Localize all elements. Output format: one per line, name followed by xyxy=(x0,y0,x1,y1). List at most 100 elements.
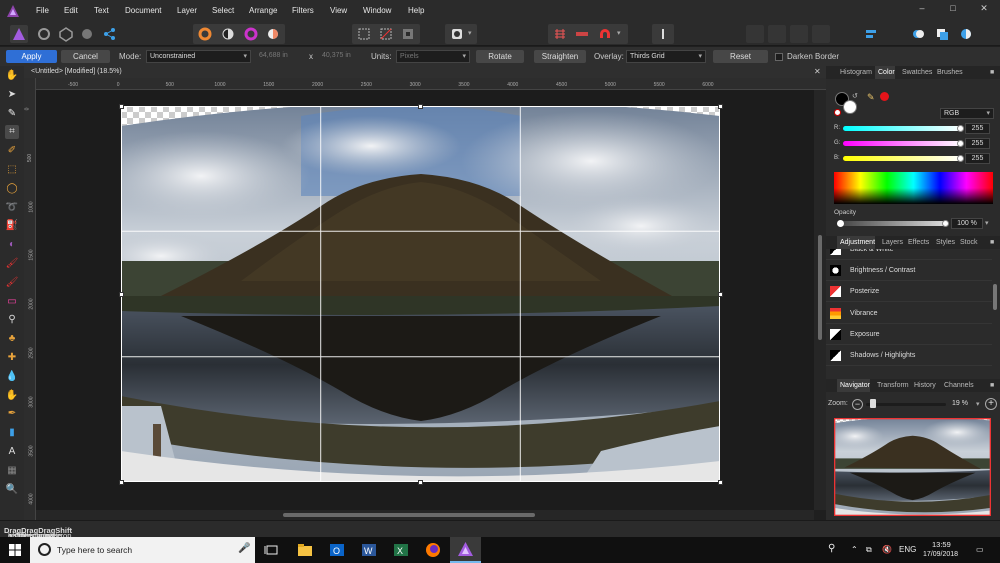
healing-brush-icon[interactable]: ✚ xyxy=(5,351,19,365)
b-value-field[interactable]: 255 xyxy=(965,153,990,164)
subtract-boolean-icon[interactable] xyxy=(933,25,951,43)
tab-history[interactable]: History xyxy=(914,382,936,389)
adjustment-item[interactable]: Posterize xyxy=(826,281,992,303)
gradient-tool-icon[interactable]: ◐ xyxy=(5,238,19,252)
zoom-slider-track[interactable] xyxy=(866,403,946,406)
apply-button[interactable]: Apply xyxy=(6,50,57,63)
g-slider-handle[interactable] xyxy=(957,140,964,147)
adjustment-item[interactable]: Brightness / Contrast xyxy=(826,260,992,282)
action-center-icon[interactable]: ▭ xyxy=(976,545,984,554)
pen-tool-icon[interactable]: ✒ xyxy=(5,407,19,421)
tone-mapping-persona-icon[interactable] xyxy=(78,25,96,43)
panel-menu-icon[interactable]: ■ xyxy=(990,239,994,246)
b-slider-track[interactable] xyxy=(843,156,962,161)
volume-muted-icon[interactable]: 🔇 xyxy=(882,545,892,554)
dodge-tool-icon[interactable]: ⚲ xyxy=(5,313,19,327)
menu-edit[interactable]: Edit xyxy=(64,6,78,15)
white-balance-icon[interactable] xyxy=(264,25,282,43)
smudge-brush-icon[interactable]: ✋ xyxy=(5,389,19,403)
menu-file[interactable]: File xyxy=(36,6,49,15)
deselect-icon[interactable] xyxy=(377,25,395,43)
tab-transform[interactable]: Transform xyxy=(877,382,909,389)
crop-handle[interactable] xyxy=(418,103,423,109)
menu-window[interactable]: Window xyxy=(363,6,391,15)
canvas-image[interactable] xyxy=(121,106,720,482)
secondary-color-swatch[interactable] xyxy=(843,100,857,114)
network-icon[interactable]: ⧉ xyxy=(866,545,872,555)
zoom-slider-handle[interactable] xyxy=(870,399,876,408)
color-picker-icon[interactable]: ✎ xyxy=(867,92,875,103)
crop-handle[interactable] xyxy=(717,479,723,485)
invert-selection-icon[interactable] xyxy=(399,25,417,43)
tab-swatches[interactable]: Swatches xyxy=(902,69,932,76)
clock-time[interactable]: 13:59 xyxy=(932,540,951,549)
paint-brush-icon[interactable]: 🖌 xyxy=(5,257,19,271)
word-icon[interactable]: W xyxy=(360,541,378,559)
r-value-field[interactable]: 255 xyxy=(965,123,990,134)
freehand-select-icon[interactable]: ➰ xyxy=(5,201,19,215)
crop-handle[interactable] xyxy=(717,103,723,109)
outlook-icon[interactable]: O xyxy=(328,541,346,559)
r-slider-track[interactable] xyxy=(843,126,962,131)
color-wheel-icon[interactable] xyxy=(196,25,214,43)
adjustment-item[interactable]: Black & White xyxy=(826,249,992,260)
menu-help[interactable]: Help xyxy=(408,6,424,15)
firefox-icon[interactable] xyxy=(424,541,442,559)
rotate-button[interactable]: Rotate xyxy=(476,50,524,63)
no-fill-icon[interactable] xyxy=(834,109,841,116)
r-slider-handle[interactable] xyxy=(957,125,964,132)
hsl-icon[interactable] xyxy=(242,25,260,43)
opacity-slider-handle[interactable] xyxy=(942,220,949,227)
select-all-icon[interactable] xyxy=(355,25,373,43)
tab-adjustment[interactable]: Adjustment xyxy=(840,239,875,246)
overlay-dropdown[interactable]: Thirds Grid ▾ xyxy=(626,50,706,63)
tab-layers[interactable]: Layers xyxy=(882,239,903,246)
vertical-scroll-thumb[interactable] xyxy=(818,235,822,340)
text-tool-icon[interactable]: A xyxy=(5,445,19,459)
straighten-button[interactable]: Straighten xyxy=(534,50,586,63)
levels-icon[interactable] xyxy=(219,25,237,43)
assistant-icon[interactable] xyxy=(573,25,591,43)
microphone-icon[interactable]: 🎤 xyxy=(238,543,250,554)
crop-tool-icon[interactable]: ⌗ xyxy=(5,125,19,140)
snapping-magnet-icon[interactable] xyxy=(596,25,614,43)
adjustment-item[interactable]: Exposure xyxy=(826,324,992,345)
swap-colors-icon[interactable]: ↺ xyxy=(852,92,858,100)
menu-arrange[interactable]: Arrange xyxy=(249,6,277,15)
minimize-button[interactable]: – xyxy=(914,3,930,17)
crop-handle[interactable] xyxy=(118,291,124,297)
color-model-dropdown[interactable]: RGB ▾ xyxy=(940,108,994,119)
taskbar-search-box[interactable]: Type here to search 🎤 xyxy=(30,537,255,563)
cancel-button[interactable]: Cancel xyxy=(61,50,110,63)
paint-mixer-icon[interactable]: 🖌 xyxy=(5,276,19,290)
adjustment-item[interactable]: Vibrance xyxy=(826,303,992,324)
grid-icon[interactable] xyxy=(551,25,569,43)
excel-icon[interactable]: X xyxy=(392,541,410,559)
tab-styles[interactable]: Styles xyxy=(936,239,955,246)
panel-menu-icon[interactable]: ■ xyxy=(990,382,994,389)
menu-select[interactable]: Select xyxy=(212,6,234,15)
align-icon[interactable] xyxy=(862,25,880,43)
context-toolbar-icon[interactable] xyxy=(654,25,672,43)
affinity-photo-taskbar-active[interactable] xyxy=(450,537,481,563)
liquify-persona-icon[interactable] xyxy=(35,25,53,43)
g-slider-track[interactable] xyxy=(843,141,962,146)
develop-persona-icon[interactable] xyxy=(57,25,75,43)
crop-width-field[interactable]: 64,688 in xyxy=(256,50,304,63)
task-view-icon[interactable] xyxy=(263,541,281,559)
menu-view[interactable]: View xyxy=(330,6,347,15)
snapping-dropdown-icon[interactable]: ▾ xyxy=(617,25,625,43)
tab-histogram[interactable]: Histogram xyxy=(840,69,872,76)
color-picker-tool-icon[interactable]: ✎ xyxy=(5,107,19,121)
quick-mask-dropdown-icon[interactable]: ▾ xyxy=(468,25,476,43)
export-persona-icon[interactable] xyxy=(101,25,119,43)
tab-brushes[interactable]: Brushes xyxy=(937,69,963,76)
flood-select-icon[interactable]: ⬚ xyxy=(5,163,19,177)
opacity-min-handle[interactable] xyxy=(837,220,844,227)
panel-menu-icon[interactable]: ■ xyxy=(990,69,994,76)
opacity-dropdown-icon[interactable]: ▾ xyxy=(985,219,989,227)
opacity-value-field[interactable]: 100 % xyxy=(951,218,983,229)
document-tab[interactable]: <Untitled> [Modified] (18.5%) ✕ xyxy=(24,66,826,78)
reset-button[interactable]: Reset xyxy=(713,50,768,63)
zoom-dropdown-icon[interactable]: ▾ xyxy=(976,400,980,408)
